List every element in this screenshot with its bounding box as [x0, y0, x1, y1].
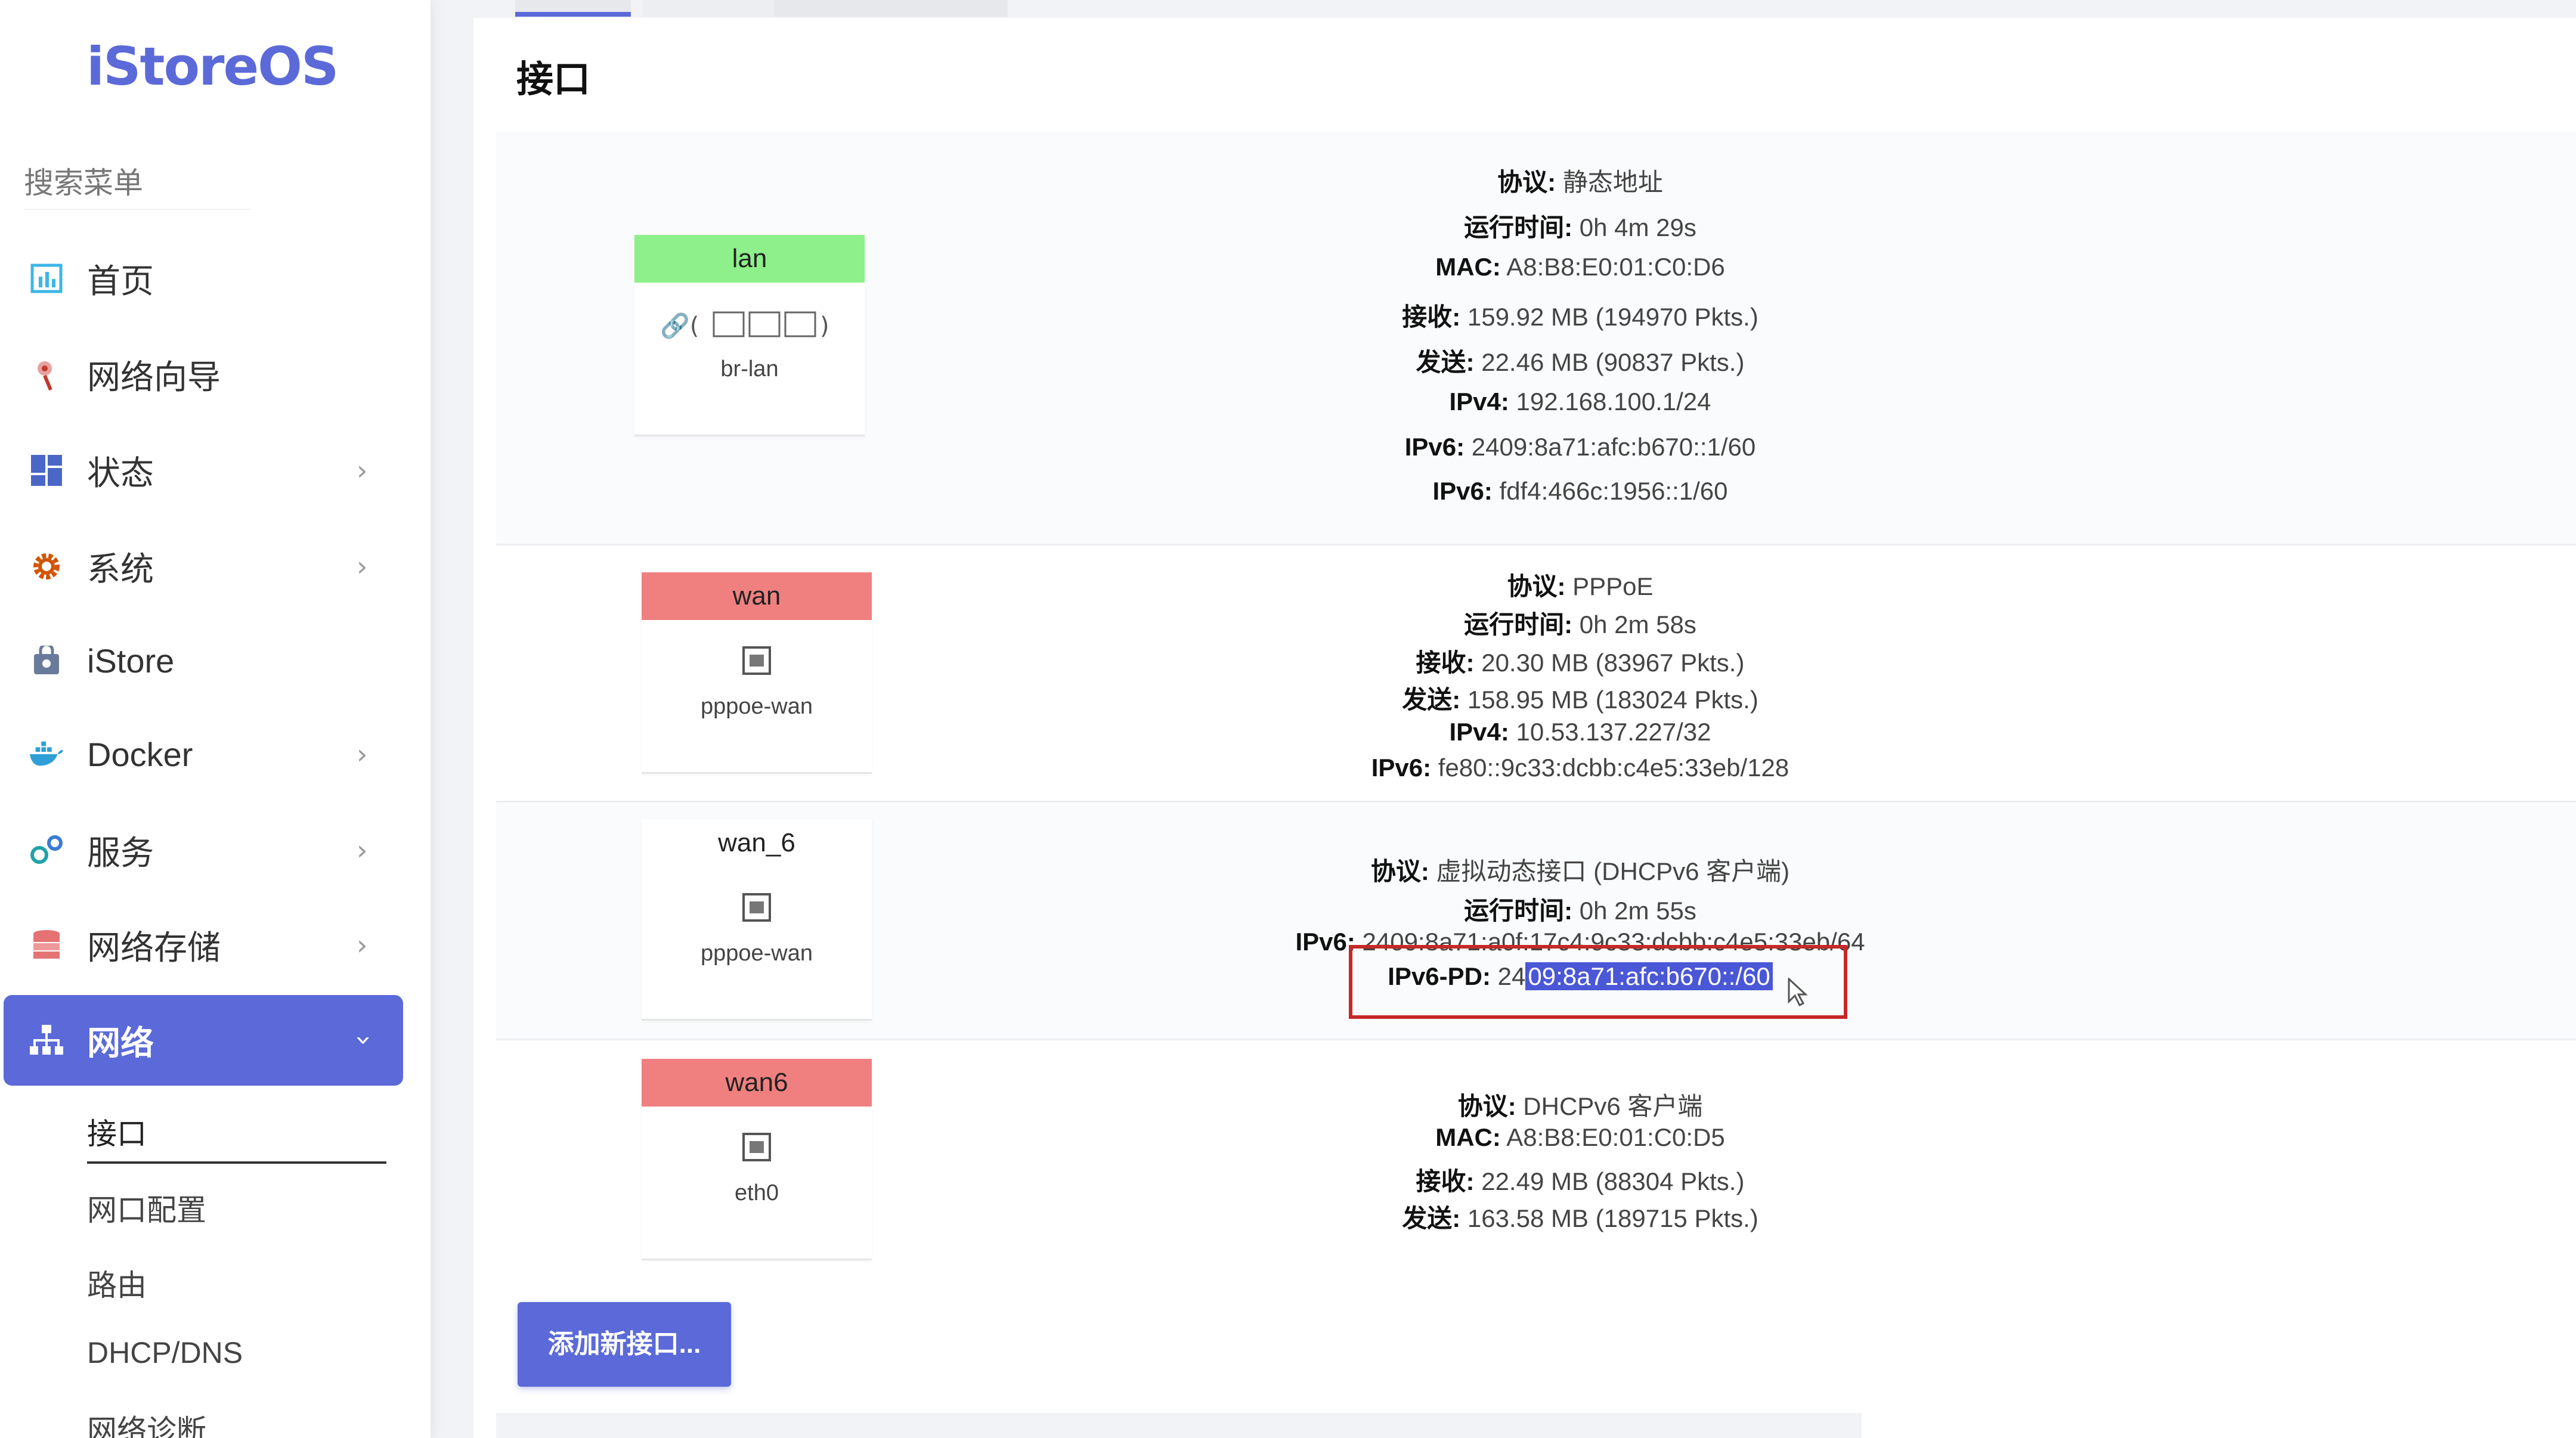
info-line: 运行时间: 0h 4m 29s [1464, 213, 1696, 241]
sidebar: iStoreOS 搜索菜单 首页 网络向导 状态 › 系统 › iStore D… [0, 0, 431, 1438]
sidebar-item-docker[interactable]: Docker › [0, 709, 405, 799]
wizard-icon [29, 357, 64, 392]
chevron-right-icon: › [357, 738, 368, 770]
info-line: IPv6: fe80::9c33:dcbb:c4e5:33eb/128 [1371, 754, 1789, 782]
info-line: 协议: 静态地址 [1497, 168, 1663, 196]
ethernet-port-icon [739, 644, 775, 680]
menu-search-input[interactable]: 搜索菜单 [24, 156, 250, 210]
dashboard-icon [29, 261, 64, 296]
sidebar-subitem-routes[interactable]: 路由 [87, 1262, 147, 1304]
sidebar-item-istore[interactable]: iStore [0, 616, 405, 705]
grid-icon [29, 453, 64, 488]
interface-name: wan [642, 572, 872, 620]
tab-active[interactable] [515, 0, 631, 17]
svg-text:): ) [820, 312, 829, 340]
interface-name: wan_6 [642, 819, 872, 867]
sidebar-item-network-wizard[interactable]: 网络向导 [0, 330, 405, 419]
info-line: 接收: 20.30 MB (83967 Pkts.) [1416, 649, 1745, 677]
mouse-cursor-icon [1787, 977, 1808, 1011]
interface-name: lan [634, 235, 865, 283]
add-interface-button[interactable]: 添加新接口... [518, 1302, 731, 1387]
interface-device: eth0 [735, 1180, 779, 1205]
interface-name: wan6 [642, 1059, 872, 1107]
info-line: 协议: DHCPv6 客户端 [1457, 1092, 1703, 1120]
gear-icon [29, 548, 64, 584]
info-line: 接收: 22.49 MB (88304 Pkts.) [1416, 1167, 1745, 1195]
sidebar-subitem-interfaces[interactable]: 接口 [87, 1110, 147, 1153]
store-icon [29, 643, 64, 678]
interface-device: pppoe-wan [700, 694, 813, 719]
bottom-bar [496, 1413, 1862, 1438]
interface-badge-lan[interactable]: lan 🔗() br-lan [634, 235, 865, 436]
chevron-right-icon: › [357, 550, 368, 582]
info-line: 运行时间: 0h 2m 58s [1464, 610, 1696, 639]
sidebar-item-home[interactable]: 首页 [0, 234, 405, 323]
tab[interactable] [774, 0, 1008, 17]
active-subitem-underline [87, 1161, 386, 1164]
info-line: IPv4: 10.53.137.227/32 [1449, 718, 1711, 746]
docker-icon [29, 736, 64, 772]
storage-icon [29, 927, 64, 963]
ethernet-port-icon [739, 1130, 775, 1166]
chevron-right-icon: › [357, 929, 368, 961]
chevron-right-icon: › [357, 454, 368, 486]
sidebar-item-system[interactable]: 系统 › [0, 522, 405, 611]
row-divider [496, 544, 2576, 546]
sidebar-item-status[interactable]: 状态 › [0, 426, 405, 515]
sidebar-subitem-port-config[interactable]: 网口配置 [87, 1186, 206, 1229]
ethernet-port-icon [739, 891, 775, 926]
sidebar-item-network-storage[interactable]: 网络存储 › [0, 900, 405, 990]
info-line: 发送: 158.95 MB (183024 Pkts.) [1402, 686, 1758, 714]
info-line: IPv4: 192.168.100.1/24 [1449, 388, 1711, 416]
interface-badge-wan6[interactable]: wan6 eth0 [642, 1059, 872, 1260]
ipv6-pd-highlight-box [1349, 945, 1847, 1019]
info-line: 接收: 159.92 MB (194970 Pkts.) [1402, 303, 1758, 331]
interface-badge-wan[interactable]: wan pppoe-wan [642, 572, 872, 774]
page-title: 接口 [516, 59, 591, 100]
info-line: MAC: A8:B8:E0:01:C0:D6 [1435, 253, 1725, 281]
info-line: 协议: PPPoE [1507, 572, 1654, 600]
info-line: IPv6: 2409:8a71:afc:b670::1/60 [1404, 433, 1756, 461]
services-icon [29, 832, 64, 868]
sidebar-subitem-dhcp-dns[interactable]: DHCP/DNS [87, 1335, 243, 1370]
tab[interactable] [643, 0, 774, 17]
chevron-right-icon: › [357, 834, 368, 866]
sidebar-item-network[interactable]: 网络 › [4, 995, 403, 1086]
info-line: 发送: 22.46 MB (90837 Pkts.) [1416, 348, 1745, 376]
interface-device: pppoe-wan [700, 941, 813, 966]
sidebar-subitem-diagnostics[interactable]: 网络诊断 [87, 1407, 206, 1438]
info-line: 协议: 虚拟动态接口 (DHCPv6 客户端) [1370, 857, 1790, 885]
chevron-down-icon: › [348, 1034, 381, 1046]
info-line: 发送: 163.58 MB (189715 Pkts.) [1402, 1204, 1758, 1232]
interface-badge-wan_6[interactable]: wan_6 pppoe-wan [642, 819, 872, 1021]
info-line: IPv6: fdf4:466c:1956::1/60 [1432, 477, 1728, 505]
network-icon [29, 1022, 64, 1058]
svg-text:🔗(: 🔗( [660, 311, 699, 340]
info-line: MAC: A8:B8:E0:01:C0:D5 [1435, 1123, 1725, 1151]
info-line: 运行时间: 0h 2m 55s [1464, 897, 1696, 925]
interface-device: br-lan [720, 357, 779, 382]
row-divider [496, 1039, 2576, 1040]
bridge-ports-icon: 🔗() [660, 306, 839, 342]
sidebar-item-services[interactable]: 服务 › [0, 805, 405, 895]
app-logo[interactable]: iStoreOS [86, 36, 339, 97]
